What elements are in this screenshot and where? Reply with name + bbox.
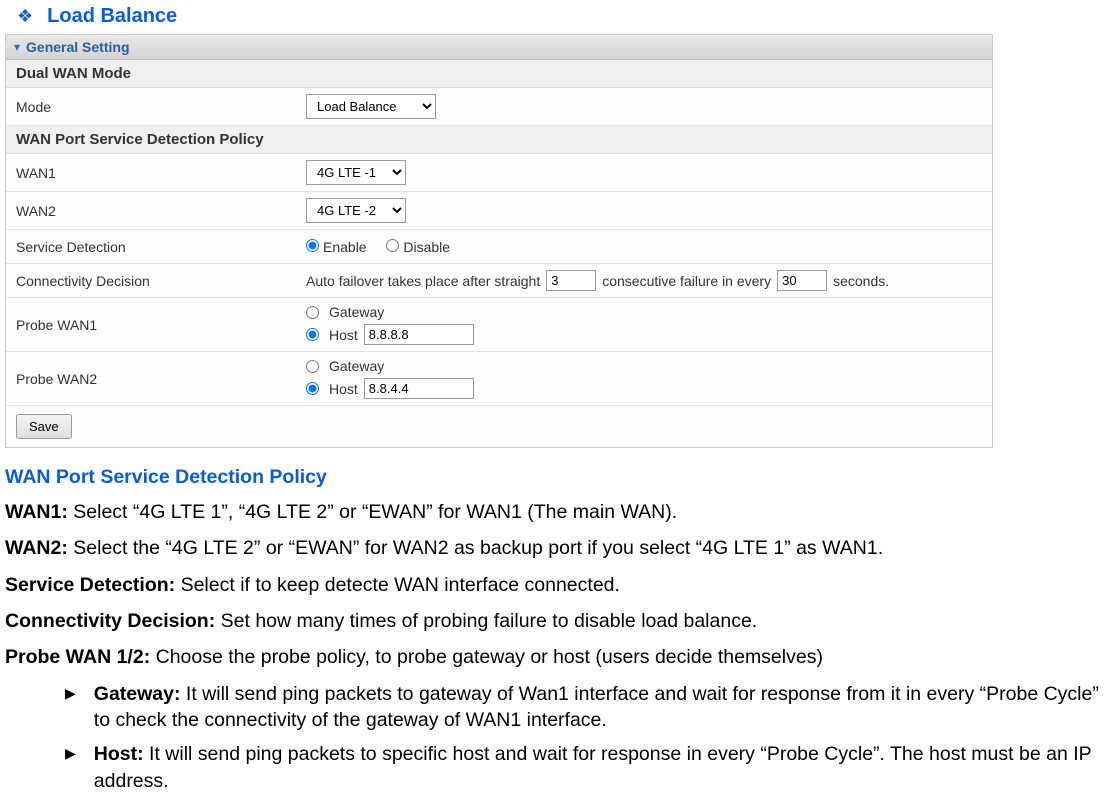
failure-count-input[interactable] [546, 270, 596, 291]
enable-radio[interactable] [306, 239, 319, 252]
service-detection-row: Service Detection Enable Disable [6, 230, 992, 264]
desc-probe-wan: Probe WAN 1/2: Choose the probe policy, … [5, 644, 1106, 670]
gateway-item: ▶ Gateway: It will send ping packets to … [65, 681, 1106, 734]
disable-radio[interactable] [386, 239, 399, 252]
save-button[interactable]: Save [16, 414, 72, 439]
diamond-icon: ❖ [17, 6, 33, 27]
config-panel: ▾ General Setting Dual WAN Mode Mode Loa… [5, 34, 993, 448]
dual-wan-mode-header: Dual WAN Mode [6, 60, 992, 88]
probe-wan1-label: Probe WAN1 [16, 317, 306, 333]
probe-wan1-host-input[interactable] [364, 324, 474, 345]
connectivity-row: Connectivity Decision Auto failover take… [6, 264, 992, 298]
desc-wan1: WAN1: Select “4G LTE 1”, “4G LTE 2” or “… [5, 499, 1106, 525]
probe-wan1-row: Probe WAN1 Gateway Host [6, 298, 992, 352]
host-item: ▶ Host: It will send ping packets to spe… [65, 741, 1106, 794]
enable-radio-label[interactable]: Enable [306, 239, 367, 255]
desc-service-detection: Service Detection: Select if to keep det… [5, 572, 1106, 598]
connectivity-label: Connectivity Decision [16, 273, 306, 289]
wan1-select[interactable]: 4G LTE -1 [306, 160, 406, 185]
page-title-row: ❖ Load Balance [5, 5, 1106, 28]
desc-connectivity: Connectivity Decision: Set how many time… [5, 608, 1106, 634]
probe-wan2-host-radio[interactable] [306, 382, 319, 395]
wan2-label: WAN2 [16, 203, 306, 219]
desc-wan2: WAN2: Select the “4G LTE 2” or “EWAN” fo… [5, 535, 1106, 561]
conn-text-1: Auto failover takes place after straight [306, 273, 540, 289]
probe-wan1-host-radio[interactable] [306, 328, 319, 341]
wan2-row: WAN2 4G LTE -2 [6, 192, 992, 230]
host-text: Host [329, 327, 358, 343]
wan1-row: WAN1 4G LTE -1 [6, 154, 992, 192]
enable-text: Enable [323, 239, 367, 255]
probe-sublist: ▶ Gateway: It will send ping packets to … [5, 681, 1106, 794]
gateway-text: Gateway [329, 304, 384, 320]
collapse-arrow-icon: ▾ [14, 40, 20, 54]
probe-wan1-gateway-radio[interactable] [306, 306, 319, 319]
page-title: Load Balance [47, 5, 177, 28]
probe-wan2-gateway-radio[interactable] [306, 360, 319, 373]
section-label: General Setting [26, 39, 129, 55]
description-section: WAN Port Service Detection Policy WAN1: … [5, 466, 1106, 794]
conn-text-2: consecutive failure in every [602, 273, 771, 289]
seconds-input[interactable] [777, 270, 827, 291]
triangle-icon: ▶ [65, 745, 76, 794]
section-general-setting[interactable]: ▾ General Setting [6, 35, 992, 60]
conn-text-3: seconds. [833, 273, 889, 289]
mode-label: Mode [16, 99, 306, 115]
host-text-2: Host [329, 381, 358, 397]
mode-row: Mode Load Balance [6, 88, 992, 126]
triangle-icon: ▶ [65, 685, 76, 734]
gateway-text-2: Gateway [329, 358, 384, 374]
disable-radio-label[interactable]: Disable [386, 239, 450, 255]
wan2-select[interactable]: 4G LTE -2 [306, 198, 406, 223]
service-detection-label: Service Detection [16, 239, 306, 255]
mode-select[interactable]: Load Balance [306, 94, 436, 119]
disable-text: Disable [403, 239, 450, 255]
desc-heading: WAN Port Service Detection Policy [5, 466, 1106, 489]
wan1-label: WAN1 [16, 165, 306, 181]
probe-wan2-host-input[interactable] [364, 378, 474, 399]
probe-wan2-label: Probe WAN2 [16, 371, 306, 387]
policy-header: WAN Port Service Detection Policy [6, 126, 992, 154]
probe-wan2-row: Probe WAN2 Gateway Host [6, 352, 992, 406]
